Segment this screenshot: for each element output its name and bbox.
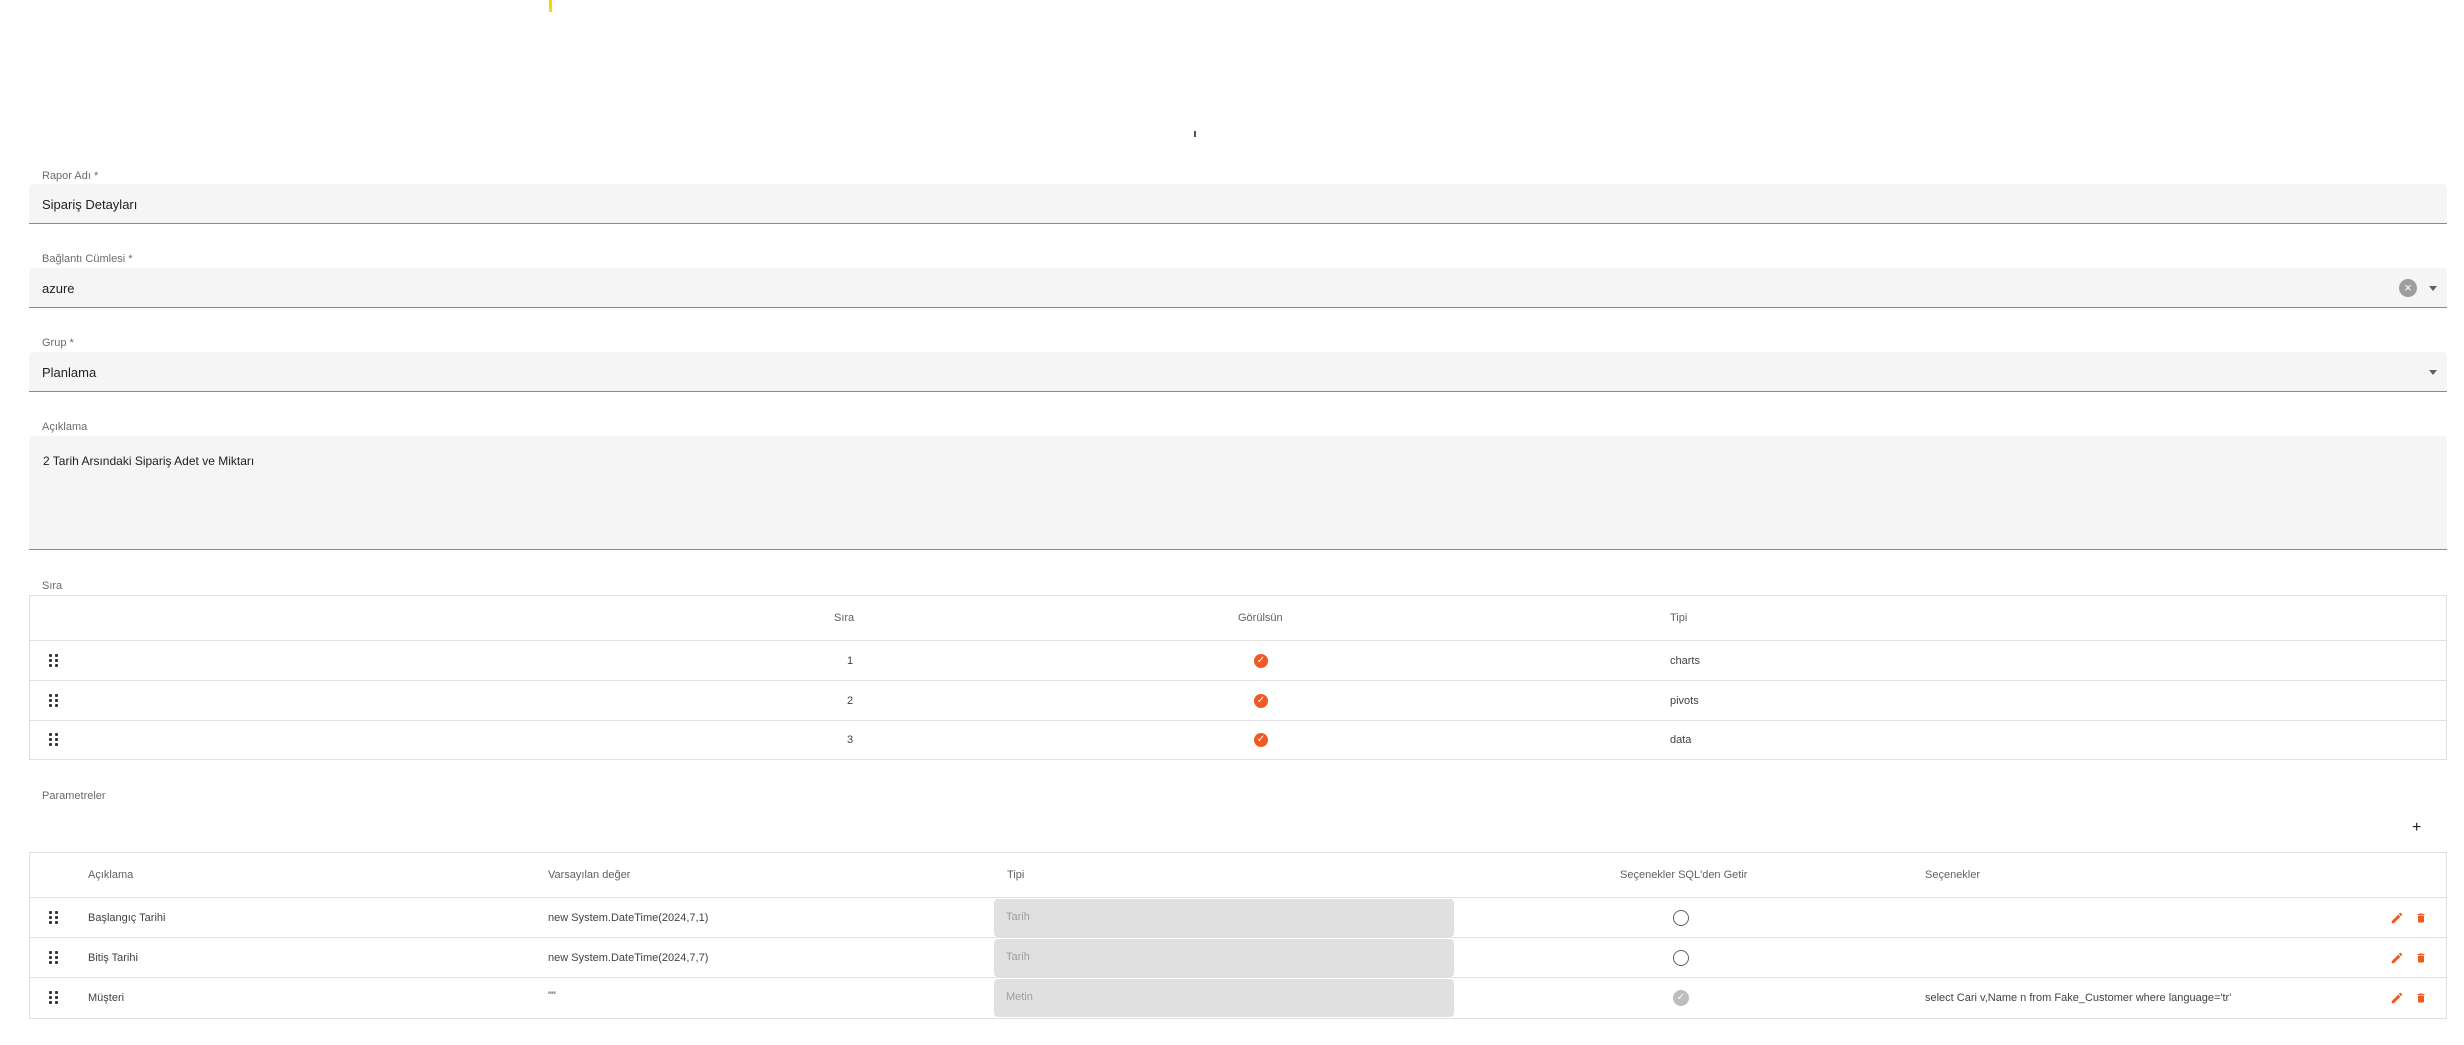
clear-icon[interactable]: ×: [2399, 279, 2417, 297]
header-default: Varsayılan değer: [548, 869, 631, 881]
group-label: Grup *: [42, 337, 74, 349]
row-order: 3: [847, 734, 854, 746]
param-type-input: Metin: [994, 979, 1454, 1017]
chevron-down-icon[interactable]: [2429, 370, 2437, 375]
description-label: Açıklama: [42, 421, 88, 433]
param-description: Başlangıç Tarihi: [88, 912, 166, 924]
group-value: Planlama: [42, 365, 97, 380]
param-default: "": [548, 990, 556, 1002]
chevron-down-icon[interactable]: [2429, 286, 2437, 291]
description-value: 2 Tarih Arsındaki Sipariş Adet ve Miktar…: [43, 454, 255, 468]
edit-icon[interactable]: [2390, 951, 2404, 965]
params-table: Açıklama Varsayılan değer Tipi Seçenekle…: [29, 852, 2447, 1019]
param-default: new System.DateTime(2024,7,7): [548, 952, 709, 964]
header-from-sql: Seçenekler SQL'den Getir: [1620, 869, 1748, 881]
header-order: Sıra: [834, 612, 855, 624]
connection-value: azure: [42, 281, 75, 296]
param-type-value: Tarih: [1006, 951, 1030, 963]
order-table-header: Sıra Görülsün Tipi: [30, 596, 2446, 641]
from-sql-radio[interactable]: [1673, 950, 1689, 966]
drag-handle-icon[interactable]: [49, 991, 58, 1004]
check-icon[interactable]: ✓: [1254, 694, 1268, 708]
add-button[interactable]: +: [2412, 820, 2421, 836]
table-row[interactable]: Müşteri "" Metin ✓ select Cari v,Name n …: [30, 978, 2446, 1018]
table-row[interactable]: 3 ✓ data: [30, 721, 2446, 759]
param-type-value: Metin: [1006, 991, 1033, 1003]
param-description: Bitiş Tarihi: [88, 952, 138, 964]
param-default: new System.DateTime(2024,7,1): [548, 912, 709, 924]
row-type: pivots: [1670, 695, 1699, 707]
report-name-label: Rapor Adı *: [42, 170, 99, 182]
report-name-value: Sipariş Detayları: [42, 197, 138, 212]
connection-label: Bağlantı Cümlesi *: [42, 253, 133, 265]
edit-icon[interactable]: [2390, 991, 2404, 1005]
tick-mark: [1194, 131, 1196, 137]
header-visible: Görülsün: [1238, 612, 1283, 624]
delete-icon[interactable]: [2415, 911, 2427, 925]
check-icon[interactable]: ✓: [1254, 654, 1268, 668]
order-table: Sıra Görülsün Tipi 1 ✓ charts 2 ✓ pivots…: [29, 595, 2447, 760]
header-description: Açıklama: [88, 869, 134, 881]
row-order: 2: [847, 695, 854, 707]
drag-handle-icon[interactable]: [49, 733, 58, 746]
row-type: data: [1670, 734, 1692, 746]
param-type-value: Tarih: [1006, 911, 1030, 923]
row-type: charts: [1670, 655, 1700, 667]
header-type: Tipi: [1007, 869, 1025, 881]
table-row[interactable]: 1 ✓ charts: [30, 641, 2446, 681]
table-row[interactable]: Bitiş Tarihi new System.DateTime(2024,7,…: [30, 938, 2446, 978]
param-description: Müşteri: [88, 992, 125, 1004]
delete-icon[interactable]: [2415, 991, 2427, 1005]
param-type-input: Tarih: [994, 939, 1454, 977]
edit-icon[interactable]: [2390, 911, 2404, 925]
from-sql-radio[interactable]: [1673, 910, 1689, 926]
delete-icon[interactable]: [2415, 951, 2427, 965]
params-table-header: Açıklama Varsayılan değer Tipi Seçenekle…: [30, 853, 2446, 898]
row-order: 1: [847, 655, 854, 667]
description-textarea[interactable]: 2 Tarih Arsındaki Sipariş Adet ve Miktar…: [29, 436, 2447, 550]
table-row[interactable]: 2 ✓ pivots: [30, 681, 2446, 721]
drag-handle-icon[interactable]: [49, 911, 58, 924]
cursor-mark: [549, 0, 552, 12]
param-type-input: Tarih: [994, 899, 1454, 937]
header-type: Tipi: [1670, 612, 1688, 624]
params-section-label: Parametreler: [42, 790, 106, 802]
check-icon[interactable]: ✓: [1254, 733, 1268, 747]
param-options: select Cari v,Name n from Fake_Customer …: [1925, 992, 2232, 1004]
order-section-label: Sıra: [42, 580, 63, 592]
table-row[interactable]: Başlangıç Tarihi new System.DateTime(202…: [30, 898, 2446, 938]
header-options: Seçenekler: [1925, 869, 1981, 881]
drag-handle-icon[interactable]: [49, 654, 58, 667]
drag-handle-icon[interactable]: [49, 694, 58, 707]
check-icon[interactable]: ✓: [1673, 990, 1689, 1006]
drag-handle-icon[interactable]: [49, 951, 58, 964]
group-select[interactable]: Planlama: [29, 352, 2447, 392]
connection-select[interactable]: azure ×: [29, 268, 2447, 308]
report-name-field[interactable]: Sipariş Detayları: [29, 184, 2447, 224]
